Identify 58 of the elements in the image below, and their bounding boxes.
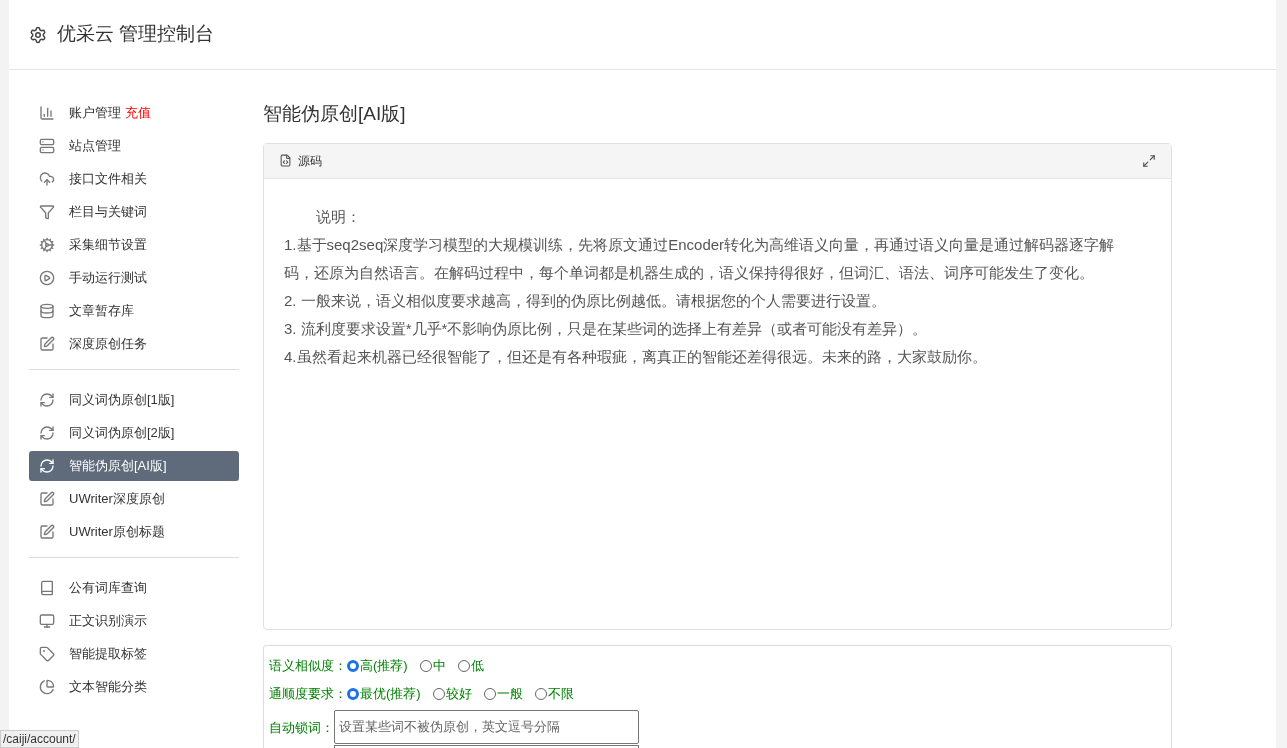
radio-option[interactable]: 较好 [432,683,472,704]
note-paragraph: 2. 一般来说，语义相似度要求越高，得到的伪原比例越低。请根据您的个人需要进行设置。 [284,290,887,311]
radio-option[interactable]: 中 [419,655,446,676]
filter-icon [39,204,55,220]
sidebar-item[interactable]: 采集细节设置 [29,230,239,260]
status-url: /caiji/account/ [0,730,79,748]
panel-title: 源码 [298,152,322,170]
radio-option[interactable]: 一般 [483,683,523,704]
sidebar-item[interactable]: 账户管理 充值 [29,98,239,128]
refresh-icon [39,392,55,408]
sidebar-item[interactable]: 文章暂存库 [29,296,239,326]
edit-icon [39,524,55,540]
sidebar-item[interactable]: 智能伪原创[AI版] [29,451,239,481]
sidebar-item[interactable]: 深度原创任务 [29,329,239,359]
field-label: 自动锁词： [269,718,334,737]
note-heading: 说明： [315,206,362,227]
database-icon [39,303,55,319]
radio-option[interactable]: 不限 [534,683,574,704]
file-code-icon [279,154,292,167]
note-paragraph: 4.虽然看起来机器已经很智能了，但还是有各种瑕疵，离真正的智能还差得很远。未来的路，大家鼓励你。 [284,346,988,367]
sidebar-item[interactable]: 正文识别演示 [29,606,239,636]
gear-icon [39,237,55,253]
sidebar-item[interactable]: UWriter原创标题 [29,517,239,547]
sidebar-item[interactable]: 栏目与关键词 [29,197,239,227]
refresh-icon [39,458,55,474]
page-title: 智能伪原创[AI版] [263,102,407,126]
bar-chart-icon [39,105,55,121]
sidebar-item[interactable]: 智能提取标签 [29,639,239,669]
sidebar-item[interactable]: 文本智能分类 [29,672,239,702]
refresh-icon [39,425,55,441]
app-title: 优采云 管理控制台 [57,22,215,47]
edit-icon [39,491,55,507]
play-icon [39,270,55,286]
sidebar-item[interactable]: 站点管理 [29,131,239,161]
book-icon [39,580,55,596]
recharge-link[interactable]: 充值 [125,103,151,123]
lock-words-field[interactable]: 设置某些词不被伪原创，英文逗号分隔 [334,709,639,744]
note-paragraph: 1.基于seq2seq深度学习模型的大规模训练，先将原文通过Encoder转化为高维语义向量，再通过语义向量是通过解码器逐字解码，还原为自然语言。在解码过程中，每个单词都是机器生成的，语义保持得很好，但词汇、语法、词序可能发生了变化。 [284,234,1116,283]
sidebar-item[interactable]: 手动运行测试 [29,263,239,293]
radio-option[interactable]: 高(推荐) [347,655,408,676]
field-label: 通顺度要求： [269,684,347,703]
radio-option[interactable]: 最优(推荐) [347,683,421,704]
cloud-upload-icon [39,171,55,187]
pie-chart-icon [39,679,55,695]
fullscreen-icon[interactable] [1142,153,1156,168]
sidebar-item[interactable]: 同义词伪原创[1版] [29,385,239,415]
sidebar-item[interactable]: UWriter深度原创 [29,484,239,514]
settings-icon [29,25,47,44]
monitor-icon [39,613,55,629]
sidebar-item[interactable]: 公有词库查询 [29,573,239,603]
edit-icon [39,336,55,352]
sidebar-item[interactable]: 同义词伪原创[2版] [29,418,239,448]
tag-icon [39,646,55,662]
server-icon [39,138,55,154]
radio-option[interactable]: 低 [457,655,484,676]
sidebar-item[interactable]: 接口文件相关 [29,164,239,194]
field-label: 语义相似度： [269,656,347,675]
note-paragraph: 3. 流利度要求设置*几乎*不影响伪原比例，只是在某些词的选择上有差异（或者可能没有差异）。 [284,318,929,339]
